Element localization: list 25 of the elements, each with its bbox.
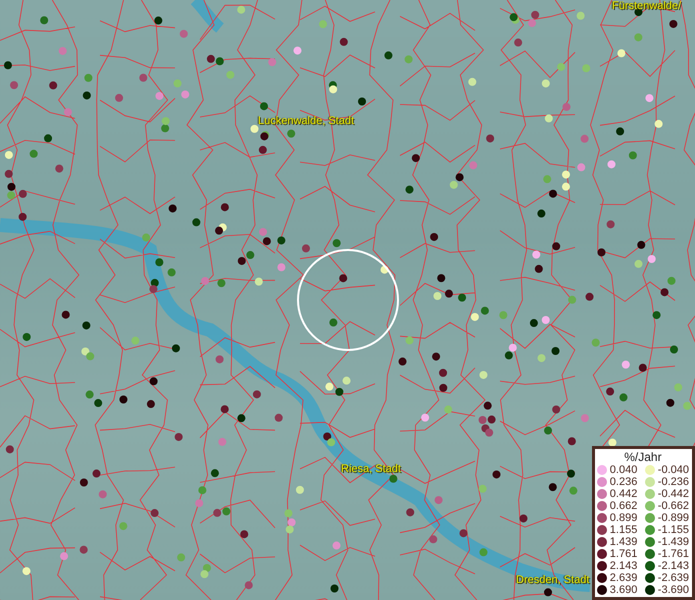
legend-label: 2.639 (610, 572, 638, 584)
legend-label: 0.662 (610, 500, 638, 512)
legend-label: 0.040 (610, 464, 638, 476)
legend-label: 0.899 (610, 512, 638, 524)
legend-label: 0.442 (610, 488, 638, 500)
legend-label: 1.155 (610, 524, 638, 536)
legend-label: -1.155 (658, 524, 689, 536)
legend-label: 2.143 (610, 560, 638, 572)
legend-label: 0.236 (610, 476, 638, 488)
selection-circle[interactable] (297, 249, 399, 351)
legend-label: 3.690 (610, 584, 638, 596)
legend-label: -3.690 (658, 584, 689, 596)
legend-label: -1.439 (658, 536, 689, 548)
legend-label: 1.439 (610, 536, 638, 548)
legend-label: -2.143 (658, 560, 689, 572)
legend-label: -0.040 (658, 464, 689, 476)
legend-label: -0.442 (658, 488, 689, 500)
legend-title: %/Jahr (623, 450, 663, 464)
legend-label: 1.761 (610, 548, 638, 560)
legend-label: -1.761 (658, 548, 689, 560)
legend-label: -0.899 (658, 512, 689, 524)
river-drawing (190, 0, 224, 33)
legend-label: -0.236 (658, 476, 689, 488)
legend-label: -2.639 (658, 572, 689, 584)
legend-label: -0.662 (658, 500, 689, 512)
